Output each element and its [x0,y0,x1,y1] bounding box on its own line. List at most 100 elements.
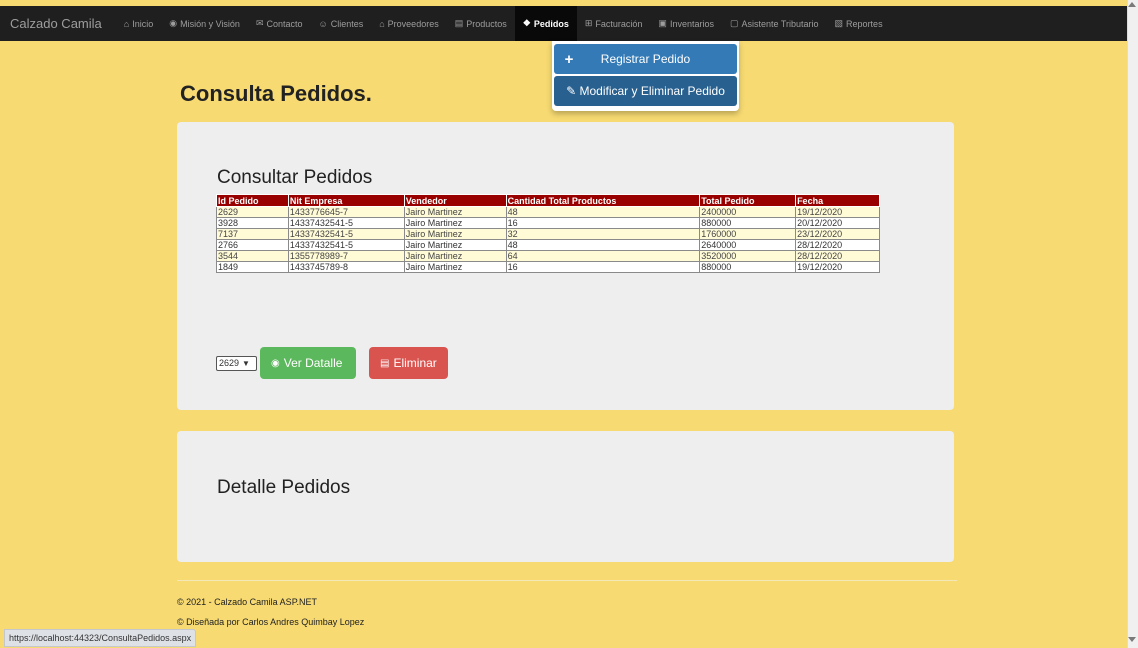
nav-item-productos[interactable]: ▤ Productos [447,6,515,41]
consult-orders-panel: Consultar Pedidos Id Pedido Nit Empresa Ve… [177,122,954,410]
register-order-menu-item[interactable]: + Registrar Pedido [554,44,737,74]
order-detail-heading: Detalle Pedidos [217,477,351,498]
table-cell: 2766 [216,239,289,251]
table-cell: 19/12/2020 [795,206,880,218]
table-row: 7137 14337432541-5 Jairo Martinez 32 1760000… [216,228,880,240]
chevron-down-icon: ▼ [242,358,250,368]
nav-item-label: Inicio [132,18,154,29]
table-cell: 1355778989-7 [287,250,405,262]
nav-item-label: Clientes [330,18,364,29]
vertical-scrollbar[interactable] [1127,0,1138,648]
modify-delete-order-label: Modificar y Eliminar Pedido [579,84,725,98]
order-actions: 2629 ▼ ◉ Ver Datalle ▤ Eliminar [216,347,448,379]
table-cell: 880000 [699,261,797,273]
nav-item-label: Misión y Visión [180,18,240,29]
table-cell: 14337432541-5 [287,228,405,240]
trash-icon: ▤ [380,357,390,369]
users-icon: ☺ [318,18,328,29]
order-detail-panel: Detalle Pedidos [177,431,954,562]
nav-item-asistente-tributario[interactable]: ▢ Asistente Tributario [722,6,827,41]
table-cell: 2640000 [699,239,797,251]
table-cell: 1849 [216,261,289,273]
table-cell: 14337432541-5 [287,239,405,251]
nav-item-proveedores[interactable]: ⌂ Proveedores [371,6,446,41]
footer-copyright: © 2021 - Calzado Camila ASP.NET [177,597,318,607]
table-cell: Jairo Martinez [403,261,507,273]
nav-item-label: Contacto [266,18,303,29]
column-header[interactable]: Total Pedido [699,194,797,207]
order-id-select[interactable]: 2629 ▼ [216,355,257,371]
calendar-icon: ▢ [729,18,739,28]
cart-icon: ⊞ [584,18,593,28]
nav-item-pedidos[interactable]: ❖ Pedidos [514,6,577,41]
table-row: 1849 1433745789-8 Jairo Martinez 16 880000 19… [216,261,880,273]
view-detail-label: Ver Datalle [283,356,343,370]
file-icon: ▧ [834,18,844,28]
nav-item-reportes[interactable]: ▧ Reportes [827,6,891,41]
view-detail-button[interactable]: ◉ Ver Datalle [260,347,356,379]
nav-item-label: Facturación [595,18,643,29]
footer-designer: © Diseñada por Carlos Andres Quimbay Lop… [177,617,365,627]
table-cell: 3928 [216,217,289,229]
brand-link[interactable]: Calzado Camila [10,16,102,31]
nav-item-label: Reportes [846,18,883,29]
consult-orders-heading: Consultar Pedidos [217,167,373,188]
table-cell: 48 [505,206,701,218]
table-cell: 64 [505,250,701,262]
nav-menu: ⌂ Inicio ◉ Misión y Visión ✉ Contacto ☺ Cliente… [116,6,891,41]
column-header[interactable]: Cantidad Total Productos [505,194,701,207]
table-cell: 3520000 [699,250,797,262]
bank-icon: ⌂ [379,18,385,29]
scroll-down-arrow-icon[interactable] [1128,637,1136,642]
table-cell: 32 [505,228,701,240]
nav-item-clientes[interactable]: ☺ Clientes [311,6,372,41]
cubes-icon: ❖ [522,18,531,28]
footer-divider [177,580,957,581]
table-row: 3928 14337432541-5 Jairo Martinez 16 880000 2… [216,217,880,229]
table-cell: Jairo Martinez [403,228,507,240]
table-cell: 7137 [216,228,289,240]
table-cell: 28/12/2020 [795,239,880,251]
order-id-select-value: 2629 [219,358,240,368]
page-title: Consulta Pedidos. [180,81,372,106]
nav-item-label: Asistente Tributario [741,18,819,29]
nav-item-inventarios[interactable]: ▣ Inventarios [650,6,722,41]
table-cell: 14337432541-5 [287,217,405,229]
table-cell: 1760000 [699,228,797,240]
scroll-up-arrow-icon[interactable] [1128,2,1136,7]
nav-item-contacto[interactable]: ✉ Contacto [248,6,311,41]
table-cell: 1433776645-7 [287,206,405,218]
nav-item-misión-y-visión[interactable]: ◉ Misión y Visión [161,6,248,41]
table-row: 2629 1433776645-7 Jairo Martinez 48 2400000 1… [216,206,880,218]
nav-item-facturación[interactable]: ⊞ Facturación [577,6,651,41]
delete-button[interactable]: ▤ Eliminar [369,347,448,379]
table-cell: 2629 [216,206,289,218]
table-cell: 48 [505,239,701,251]
table-cell: 3544 [216,250,289,262]
plus-icon: + [564,50,574,68]
column-header[interactable]: Vendedor [403,194,507,207]
table-cell: Jairo Martinez [403,250,507,262]
inbox-icon: ▣ [658,18,667,28]
table-cell: 19/12/2020 [795,261,880,273]
modify-delete-order-menu-item[interactable]: ✎ Modificar y Eliminar Pedido [554,76,737,106]
eye-icon: ◉ [169,18,178,28]
table-cell: 16 [505,261,701,273]
table-cell: 2400000 [699,206,797,218]
table-row: 3544 1355778989-7 Jairo Martinez 64 3520000 2… [216,250,880,262]
table-cell: 1433745789-8 [287,261,405,273]
table-row: 2766 14337432541-5 Jairo Martinez 48 2640000… [216,239,880,251]
table-cell: Jairo Martinez [403,206,507,218]
table-cell: Jairo Martinez [403,217,507,229]
envelope-icon: ✉ [255,18,264,28]
column-header[interactable]: Fecha [795,194,880,207]
table-cell: 28/12/2020 [795,250,880,262]
nav-item-label: Proveedores [387,18,439,29]
column-header[interactable]: Id Pedido [216,194,289,207]
column-header[interactable]: Nit Empresa [287,194,405,207]
nav-item-inicio[interactable]: ⌂ Inicio [116,6,161,41]
top-navbar: Calzado Camila ⌂ Inicio ◉ Misión y Visión ✉ C… [0,6,1127,41]
nav-item-label: Pedidos [533,18,569,29]
pedidos-dropdown-menu: + Registrar Pedido ✎ Modificar y Elimina… [552,41,739,111]
table-cell: 880000 [699,217,797,229]
